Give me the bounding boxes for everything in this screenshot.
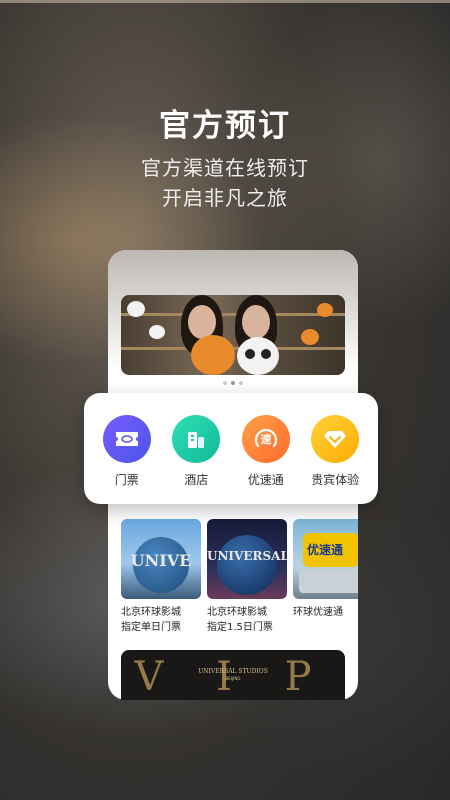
page-title: 官方预订 — [159, 108, 291, 144]
product-image: 优速通 — [293, 519, 358, 599]
vip-banner[interactable]: V I P UNIVERSAL STUDIOS BEIJING — [121, 650, 345, 700]
product-image: UNIVE — [121, 519, 201, 599]
carousel-dot[interactable] — [239, 381, 243, 385]
subtitle-line-2: 开启非凡之旅 — [162, 186, 288, 210]
tiger-plush — [191, 335, 235, 375]
quick-action-label: 优速通 — [247, 473, 284, 487]
quick-actions-card: 门票 酒店 速 优速通 贵宾体验 — [84, 393, 378, 504]
product-card-express[interactable]: 优速通 环球优速通 — [293, 519, 358, 639]
product-image: UNIVERSAL — [207, 519, 287, 599]
ticket-icon — [115, 432, 138, 446]
promo-banner[interactable] — [121, 295, 345, 375]
express-icon: 速 — [254, 428, 277, 448]
subtitle-line-1: 官方渠道在线预订 — [141, 156, 309, 180]
product-name-line2: 指定单日门票 — [121, 622, 181, 633]
vip-brand-text: UNIVERSAL STUDIOS — [198, 668, 268, 675]
quick-action-label: 贵宾体验 — [311, 473, 360, 487]
product-card-1-5-day[interactable]: UNIVERSAL 北京环球影城 指定1.5日门票 — [207, 519, 287, 639]
vip-diamond-icon — [324, 431, 347, 448]
vip-icon-circle — [311, 415, 360, 463]
product-list: UNIVE 北京环球影城 指定单日门票 UNIVERSAL 北京环球影城 指定1… — [121, 519, 358, 639]
carousel-dot[interactable] — [223, 381, 227, 385]
quick-action-label: 酒店 — [184, 473, 209, 487]
quick-action-hotel[interactable]: 酒店 — [164, 415, 228, 504]
product-name-line2: 指定1.5日门票 — [207, 622, 273, 633]
product-name-line1: 环球优速通 — [293, 607, 343, 618]
carousel-indicator — [108, 381, 358, 385]
product-card-single-day[interactable]: UNIVE 北京环球影城 指定单日门票 — [121, 519, 201, 639]
svg-text:速: 速 — [260, 432, 271, 446]
status-strip — [0, 0, 450, 3]
carousel-dot-active[interactable] — [231, 381, 235, 385]
page-subtitle: 官方渠道在线预订 开启非凡之旅 — [0, 153, 450, 213]
quick-action-express[interactable]: 速 优速通 — [234, 415, 298, 504]
quick-action-tickets[interactable]: 门票 — [95, 415, 159, 504]
vip-brand-sub: BEIJING — [225, 676, 241, 681]
hotel-icon — [188, 432, 205, 448]
quick-action-vip[interactable]: 贵宾体验 — [303, 415, 367, 504]
quick-action-label: 门票 — [114, 473, 139, 487]
product-name-line1: 北京环球影城 — [121, 607, 181, 618]
ticket-icon-circle — [102, 415, 151, 463]
hotel-icon-circle — [172, 415, 221, 463]
express-icon-circle: 速 — [241, 415, 290, 463]
product-name-line1: 北京环球影城 — [207, 607, 267, 618]
panda-plush — [237, 337, 279, 375]
